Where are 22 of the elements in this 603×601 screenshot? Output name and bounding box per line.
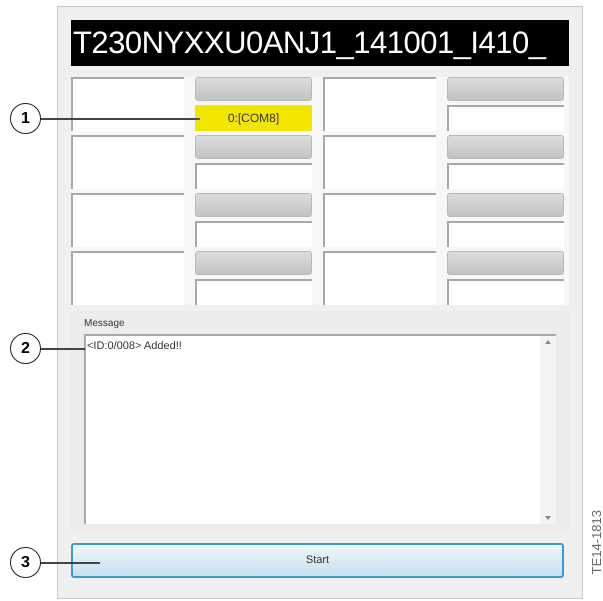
slot-button[interactable] <box>195 135 312 159</box>
slot-button[interactable] <box>447 135 564 159</box>
slot-button[interactable] <box>195 77 312 101</box>
message-line: <ID:0/008> Added!! <box>87 339 183 354</box>
callout-marker: 2 <box>10 333 41 364</box>
start-button[interactable]: Start <box>71 543 564 578</box>
scroll-down-icon[interactable] <box>545 516 551 520</box>
scrollbar[interactable] <box>540 336 556 524</box>
slot-button[interactable] <box>447 193 564 217</box>
callout-marker: 1 <box>10 103 41 134</box>
message-label: Message <box>84 317 126 331</box>
slot-button[interactable] <box>195 193 312 217</box>
leader-line <box>40 348 85 350</box>
leader-line <box>40 562 100 564</box>
slot-button[interactable] <box>195 251 312 275</box>
callout-marker: 3 <box>10 547 41 578</box>
slot-button[interactable] <box>447 251 564 275</box>
window-title: T230NYXXU0ANJ1_141001_I410_ <box>71 20 569 66</box>
status-field: 0:[COM8] <box>195 105 312 131</box>
figure-code: TE14-1813 <box>588 510 603 574</box>
scroll-up-icon[interactable] <box>545 340 551 344</box>
slot-button[interactable] <box>447 77 564 101</box>
